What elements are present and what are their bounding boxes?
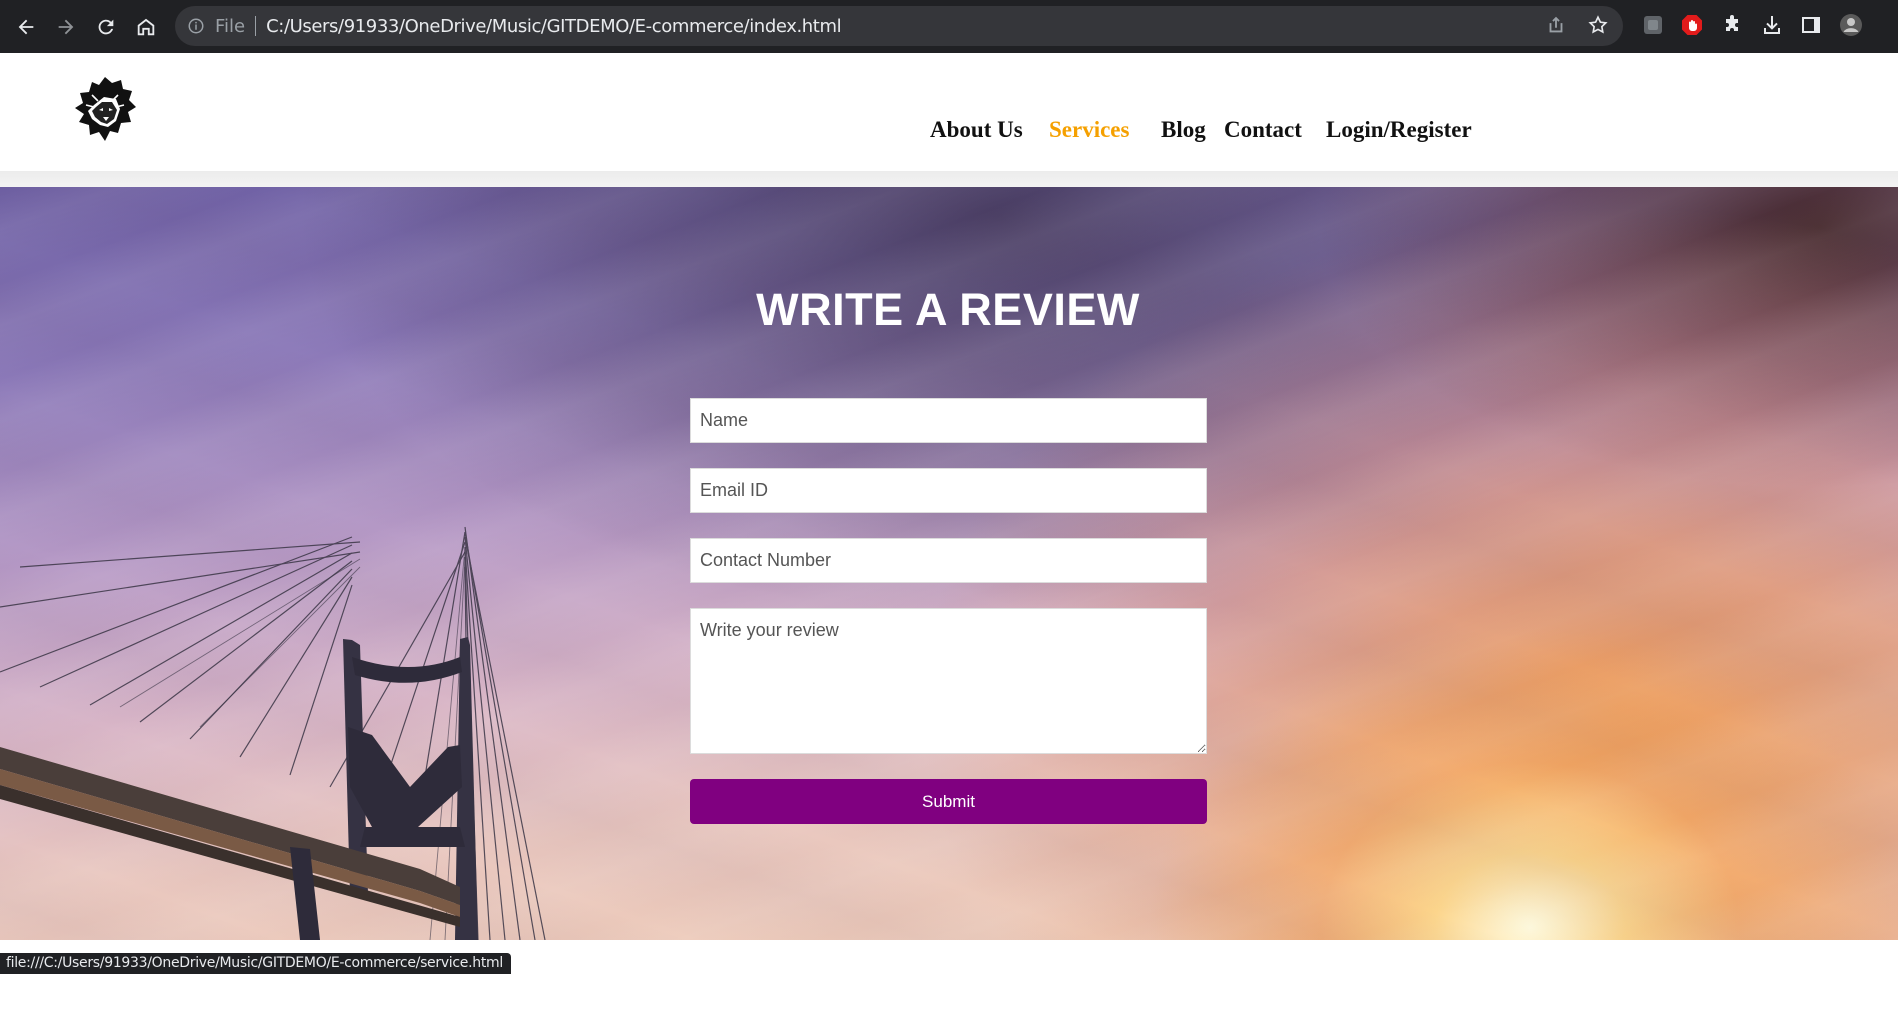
review-textarea[interactable] bbox=[690, 608, 1207, 754]
lion-head-logo[interactable] bbox=[72, 75, 138, 147]
nav-login-register[interactable]: Login/Register bbox=[1326, 117, 1472, 143]
email-input[interactable] bbox=[690, 468, 1207, 513]
adblock-icon[interactable] bbox=[1680, 13, 1704, 37]
back-arrow-icon[interactable] bbox=[6, 7, 46, 47]
url-scheme-label: File bbox=[215, 15, 246, 37]
nav-contact[interactable]: Contact bbox=[1224, 117, 1302, 143]
header-shadow bbox=[0, 171, 1898, 187]
reload-icon[interactable] bbox=[86, 7, 126, 47]
review-form: Submit bbox=[690, 398, 1207, 824]
info-icon[interactable] bbox=[187, 17, 205, 35]
review-title: WRITE A REVIEW bbox=[756, 284, 1140, 335]
profile-avatar-icon[interactable] bbox=[1839, 13, 1863, 37]
page-footer-area bbox=[0, 993, 1898, 1027]
home-icon[interactable] bbox=[126, 7, 166, 47]
name-input[interactable] bbox=[690, 398, 1207, 443]
link-status-bar: file:///C:/Users/91933/OneDrive/Music/GI… bbox=[0, 953, 511, 974]
web-page: About Us Services Blog Contact Login/Reg… bbox=[0, 53, 1898, 1027]
share-icon[interactable] bbox=[1545, 14, 1567, 36]
forward-arrow-icon[interactable] bbox=[46, 7, 86, 47]
contact-number-input[interactable] bbox=[690, 538, 1207, 583]
url-text[interactable]: C:/Users/91933/OneDrive/Music/GITDEMO/E-… bbox=[266, 16, 841, 37]
address-bar[interactable]: File C:/Users/91933/OneDrive/Music/GITDE… bbox=[175, 6, 1623, 46]
nav-about-us[interactable]: About Us bbox=[930, 117, 1023, 143]
extension-icon[interactable] bbox=[1641, 13, 1665, 37]
url-separator bbox=[255, 16, 257, 36]
review-hero-section: WRITE A REVIEW Submit bbox=[0, 187, 1898, 940]
download-icon[interactable] bbox=[1760, 13, 1784, 37]
nav-services[interactable]: Services bbox=[1049, 117, 1129, 143]
bookmark-star-icon[interactable] bbox=[1587, 14, 1609, 36]
browser-toolbar: File C:/Users/91933/OneDrive/Music/GITDE… bbox=[0, 0, 1898, 53]
side-panel-icon[interactable] bbox=[1799, 13, 1823, 37]
puzzle-icon[interactable] bbox=[1720, 13, 1744, 37]
site-header: About Us Services Blog Contact Login/Reg… bbox=[0, 53, 1898, 171]
submit-button[interactable]: Submit bbox=[690, 779, 1207, 824]
nav-blog[interactable]: Blog bbox=[1161, 117, 1206, 143]
